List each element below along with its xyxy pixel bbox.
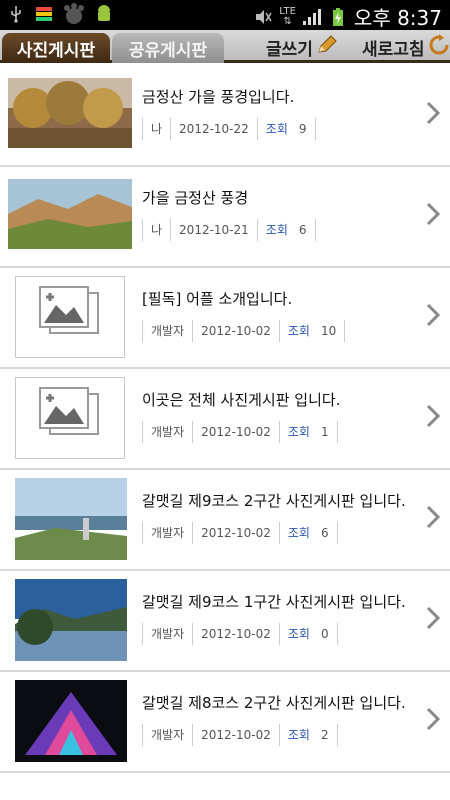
list-item[interactable]: [필독] 어플 소개입니다. 개발자 2012-10-02 조회 10 — [0, 268, 450, 369]
post-title: 갈맷길 제8코스 2구간 사진게시판 입니다. — [142, 694, 406, 712]
views-label: 조회 — [278, 421, 314, 443]
post-date: 2012-10-02 — [192, 421, 280, 443]
refresh-button[interactable]: 새로고침 — [362, 33, 450, 61]
battery-charging-icon — [328, 7, 348, 27]
post-author: 나 — [142, 219, 172, 241]
storage-icon — [34, 4, 54, 24]
post-meta: 나 2012-10-21 조회 6 — [142, 219, 316, 241]
post-date: 2012-10-02 — [192, 522, 280, 544]
pencil-icon — [316, 34, 338, 60]
tab-share-board[interactable]: 공유게시판 — [112, 33, 224, 63]
write-button[interactable]: 글쓰기 — [266, 34, 338, 60]
views-count: 6 — [291, 219, 316, 241]
post-meta: 개발자 2012-10-02 조회 0 — [142, 623, 338, 645]
list-item[interactable]: 가을 금정산 풍경 나 2012-10-21 조회 6 — [0, 167, 450, 268]
lte-indicator: LTE ⇅ — [279, 5, 296, 27]
post-meta: 개발자 2012-10-02 조회 2 — [142, 724, 338, 746]
clock: 오후 8:37 — [353, 6, 442, 30]
post-author: 개발자 — [142, 421, 194, 443]
post-thumbnail — [15, 680, 127, 762]
chevron-right-icon — [426, 303, 440, 327]
views-label: 조회 — [256, 219, 292, 241]
chevron-right-icon — [426, 606, 440, 630]
chevron-right-icon — [426, 202, 440, 226]
views-count: 0 — [313, 623, 338, 645]
post-thumbnail — [8, 179, 132, 249]
post-date: 2012-10-02 — [192, 623, 280, 645]
usb-icon — [6, 4, 26, 24]
write-label: 글쓰기 — [266, 39, 313, 60]
chevron-right-icon — [426, 707, 440, 731]
post-author: 개발자 — [142, 522, 194, 544]
tab-photo-board[interactable]: 사진게시판 — [2, 33, 110, 63]
post-meta: 개발자 2012-10-02 조회 6 — [142, 522, 338, 544]
list-item[interactable]: 갈맷길 제9코스 2구간 사진게시판 입니다. 개발자 2012-10-02 조… — [0, 470, 450, 571]
refresh-icon — [428, 33, 450, 61]
list-item[interactable]: 이곳은 전체 사진게시판 입니다. 개발자 2012-10-02 조회 1 — [0, 369, 450, 470]
post-meta: 나 2012-10-22 조회 9 — [142, 118, 316, 140]
post-date: 2012-10-21 — [170, 219, 258, 241]
post-author: 개발자 — [142, 623, 194, 645]
post-author: 개발자 — [142, 320, 194, 342]
views-count: 9 — [291, 118, 316, 140]
paw-notification-icon — [62, 3, 86, 24]
views-label: 조회 — [278, 320, 314, 342]
chevron-right-icon — [426, 101, 440, 125]
post-title: 갈맷길 제9코스 2구간 사진게시판 입니다. — [142, 492, 406, 510]
refresh-label: 새로고침 — [362, 39, 425, 60]
tab-bar: 사진게시판 공유게시판 글쓰기 새로고침 — [0, 30, 450, 63]
list-item[interactable]: 갈맷길 제8코스 2구간 사진게시판 입니다. 개발자 2012-10-02 조… — [0, 672, 450, 773]
post-date: 2012-10-02 — [192, 724, 280, 746]
placeholder-image-icon — [15, 276, 125, 358]
views-label: 조회 — [278, 522, 314, 544]
signal-icon — [302, 7, 322, 27]
list-item[interactable]: 갈맷길 제9코스 1구간 사진게시판 입니다. 개발자 2012-10-02 조… — [0, 571, 450, 672]
post-title: 갈맷길 제9코스 1구간 사진게시판 입니다. — [142, 593, 406, 611]
post-title: 금정산 가을 풍경입니다. — [142, 88, 295, 106]
post-meta: 개발자 2012-10-02 조회 10 — [142, 320, 346, 342]
views-count: 1 — [313, 421, 338, 443]
post-author: 나 — [142, 118, 172, 140]
post-thumbnail — [8, 78, 132, 148]
views-label: 조회 — [278, 623, 314, 645]
mute-icon — [253, 7, 273, 27]
android-icon — [94, 4, 114, 24]
status-bar: LTE ⇅ 오후 8:37 — [0, 0, 450, 30]
views-label: 조회 — [256, 118, 292, 140]
post-list: 금정산 가을 풍경입니다. 나 2012-10-22 조회 9 가을 금정산 풍… — [0, 66, 450, 773]
post-title: 가을 금정산 풍경 — [142, 189, 249, 207]
post-thumbnail — [15, 579, 127, 661]
views-count: 2 — [313, 724, 338, 746]
post-author: 개발자 — [142, 724, 194, 746]
post-date: 2012-10-22 — [170, 118, 258, 140]
views-label: 조회 — [278, 724, 314, 746]
post-meta: 개발자 2012-10-02 조회 1 — [142, 421, 338, 443]
post-thumbnail — [15, 478, 127, 560]
post-title: 이곳은 전체 사진게시판 입니다. — [142, 391, 341, 409]
views-count: 6 — [313, 522, 338, 544]
list-item[interactable]: 금정산 가을 풍경입니다. 나 2012-10-22 조회 9 — [0, 66, 450, 167]
post-title: [필독] 어플 소개입니다. — [142, 290, 293, 308]
chevron-right-icon — [426, 404, 440, 428]
views-count: 10 — [313, 320, 346, 342]
post-date: 2012-10-02 — [192, 320, 280, 342]
chevron-right-icon — [426, 505, 440, 529]
placeholder-image-icon — [15, 377, 125, 459]
